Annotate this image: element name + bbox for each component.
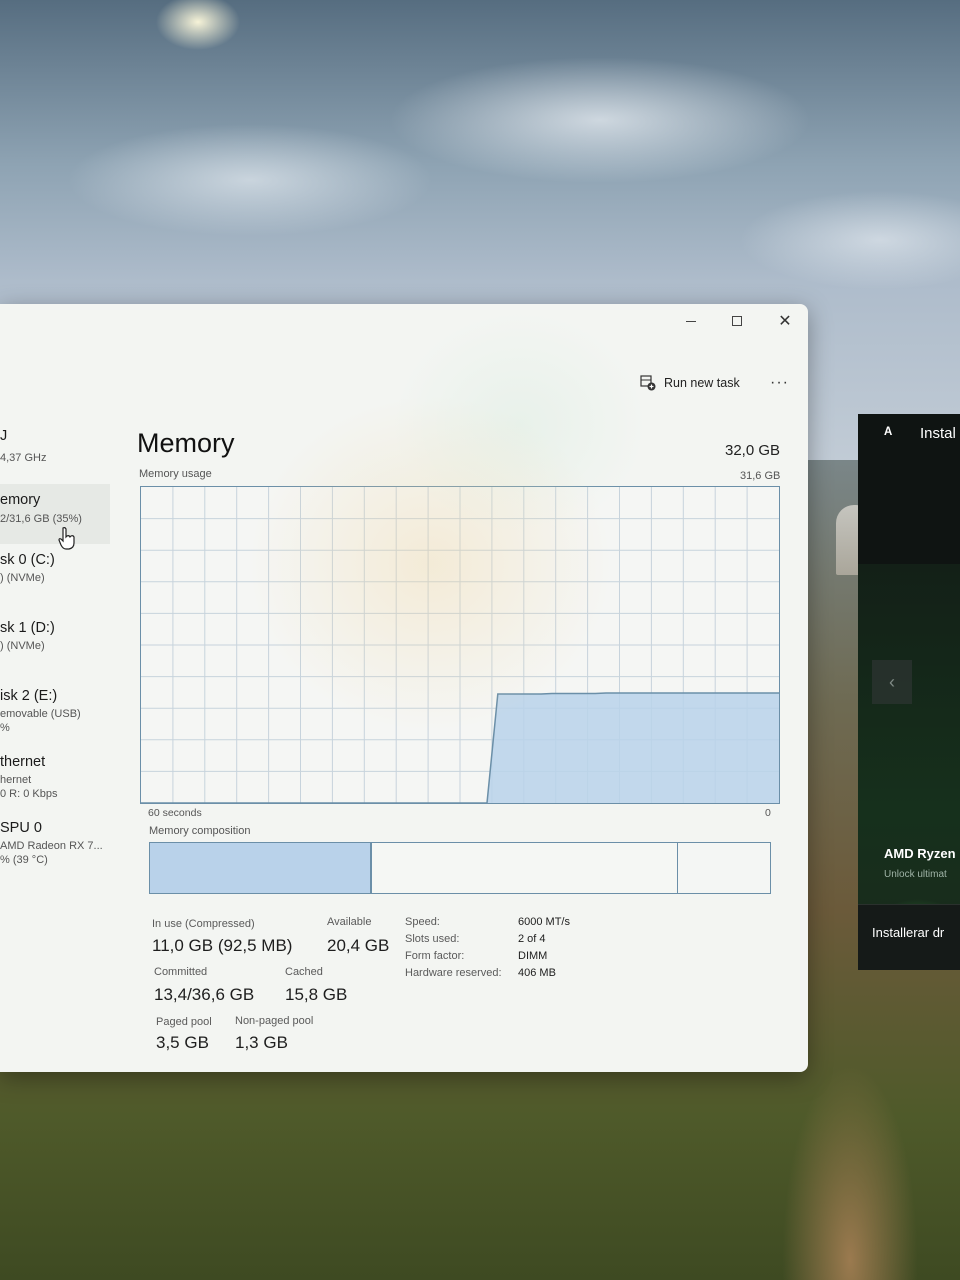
amd-software-panel: ᴬ Instal ‹ AMD Ryzen Unlock ultimat Inst…	[858, 414, 960, 970]
title-bar[interactable]: ✕	[0, 304, 808, 340]
run-new-task-label: Run new task	[664, 376, 740, 390]
sidebar-item-detail: emovable (USB)	[0, 708, 81, 720]
x-axis-start-label: 60 seconds	[148, 807, 202, 819]
paged-pool-label: Paged pool	[156, 1016, 212, 1028]
form-factor-value: DIMM	[518, 950, 548, 962]
hand-cursor-icon	[58, 527, 75, 550]
amd-product-name: AMD Ryzen	[884, 846, 956, 861]
total-memory: 32,0 GB	[725, 442, 781, 459]
sidebar-item-throughput: 0 R: 0 Kbps	[0, 788, 58, 800]
toolbar: Run new task ···	[0, 360, 808, 406]
memory-usage-chart	[141, 487, 779, 803]
close-icon: ✕	[778, 313, 792, 330]
chevron-left-icon: ‹	[889, 671, 895, 692]
sidebar-item-detail: ) (NVMe)	[0, 572, 45, 584]
sidebar-item-cpu[interactable]: J 4,37 GHz	[0, 428, 110, 488]
run-task-icon	[640, 375, 656, 391]
amd-install-label: Installerar dr	[872, 925, 945, 940]
sidebar-item-detail: 4,37 GHz	[0, 452, 47, 464]
maximize-button[interactable]	[714, 304, 760, 338]
sidebar-item-gpu[interactable]: SPU 0 AMD Radeon RX 7... % (39 °C)	[0, 820, 110, 880]
x-axis-end-label: 0	[765, 807, 771, 819]
minimize-icon	[686, 320, 696, 322]
memory-usage-max: 31,6 GB	[740, 470, 781, 482]
speed-label: Speed:	[405, 916, 440, 928]
slots-used-label: Slots used:	[405, 933, 460, 945]
sidebar-item-name: SPU 0	[0, 820, 42, 836]
amd-tagline: Unlock ultimat	[884, 869, 947, 880]
cached-label: Cached	[285, 966, 323, 978]
performance-sidebar: J 4,37 GHz emory 2/31,6 GB (35%) sk 0 (C…	[0, 414, 112, 874]
task-manager-window: ✕ Run new task ··· J 4,37 GHz emory 2/31…	[0, 304, 808, 1072]
non-paged-pool-value: 1,3 GB	[235, 1033, 288, 1052]
sidebar-item-detail: 2/31,6 GB (35%)	[0, 513, 82, 525]
amd-panel-title: Instal	[920, 425, 956, 442]
minimize-button[interactable]	[668, 304, 714, 338]
in-use-value: 11,0 GB (92,5 MB)	[152, 936, 293, 955]
sidebar-item-name: sk 0 (C:)	[0, 552, 55, 568]
sidebar-item-detail: AMD Radeon RX 7...	[0, 840, 103, 852]
sidebar-item-disk-2[interactable]: isk 2 (E:) emovable (USB) %	[0, 688, 110, 748]
sidebar-item-name: J	[0, 428, 8, 444]
amd-logo-icon: ᴬ	[884, 424, 893, 443]
available-label: Available	[327, 916, 372, 928]
composition-free-segment[interactable]	[678, 843, 770, 893]
sidebar-item-disk-0[interactable]: sk 0 (C:) ) (NVMe)	[0, 552, 110, 612]
sidebar-item-usage: % (39 °C)	[0, 854, 48, 866]
memory-composition-bar	[149, 842, 771, 894]
available-value: 20,4 GB	[327, 936, 390, 955]
more-options-button[interactable]: ···	[770, 374, 789, 392]
non-paged-pool-label: Non-paged pool	[235, 1015, 314, 1027]
amd-install-bar[interactable]: Installerar dr	[858, 904, 960, 970]
memory-composition-label: Memory composition	[149, 825, 251, 837]
memory-usage-label: Memory usage	[139, 468, 212, 480]
sidebar-item-name: isk 2 (E:)	[0, 688, 58, 704]
form-factor-label: Form factor:	[405, 950, 465, 962]
close-button[interactable]: ✕	[762, 304, 808, 338]
sidebar-item-ethernet[interactable]: thernet hernet 0 R: 0 Kbps	[0, 754, 110, 814]
paged-pool-value: 3,5 GB	[156, 1033, 209, 1052]
composition-in-use-segment[interactable]	[150, 843, 372, 893]
sidebar-item-memory[interactable]: emory 2/31,6 GB (35%)	[0, 484, 110, 544]
sidebar-item-disk-1[interactable]: sk 1 (D:) ) (NVMe)	[0, 620, 110, 680]
sidebar-item-name: thernet	[0, 754, 46, 770]
slots-used-value: 2 of 4	[518, 933, 546, 945]
committed-value: 13,4/36,6 GB	[154, 985, 255, 1004]
memory-usage-graph	[140, 486, 780, 804]
run-new-task-button[interactable]: Run new task	[640, 372, 740, 394]
hardware-reserved-value: 406 MB	[518, 967, 556, 979]
sidebar-item-detail: ) (NVMe)	[0, 640, 45, 652]
sidebar-item-detail: hernet	[0, 774, 32, 786]
sidebar-item-name: emory	[0, 492, 41, 508]
committed-label: Committed	[154, 966, 208, 978]
hardware-reserved-label: Hardware reserved:	[405, 967, 502, 979]
maximize-icon	[732, 316, 742, 326]
cached-value: 15,8 GB	[285, 985, 348, 1004]
page-title: Memory	[137, 428, 235, 458]
speed-value: 6000 MT/s	[518, 916, 570, 928]
in-use-label: In use (Compressed)	[152, 918, 255, 930]
sidebar-item-name: sk 1 (D:)	[0, 620, 55, 636]
composition-standby-segment[interactable]	[372, 843, 678, 893]
sidebar-item-usage: %	[0, 722, 10, 734]
carousel-prev-button[interactable]: ‹	[872, 660, 912, 704]
